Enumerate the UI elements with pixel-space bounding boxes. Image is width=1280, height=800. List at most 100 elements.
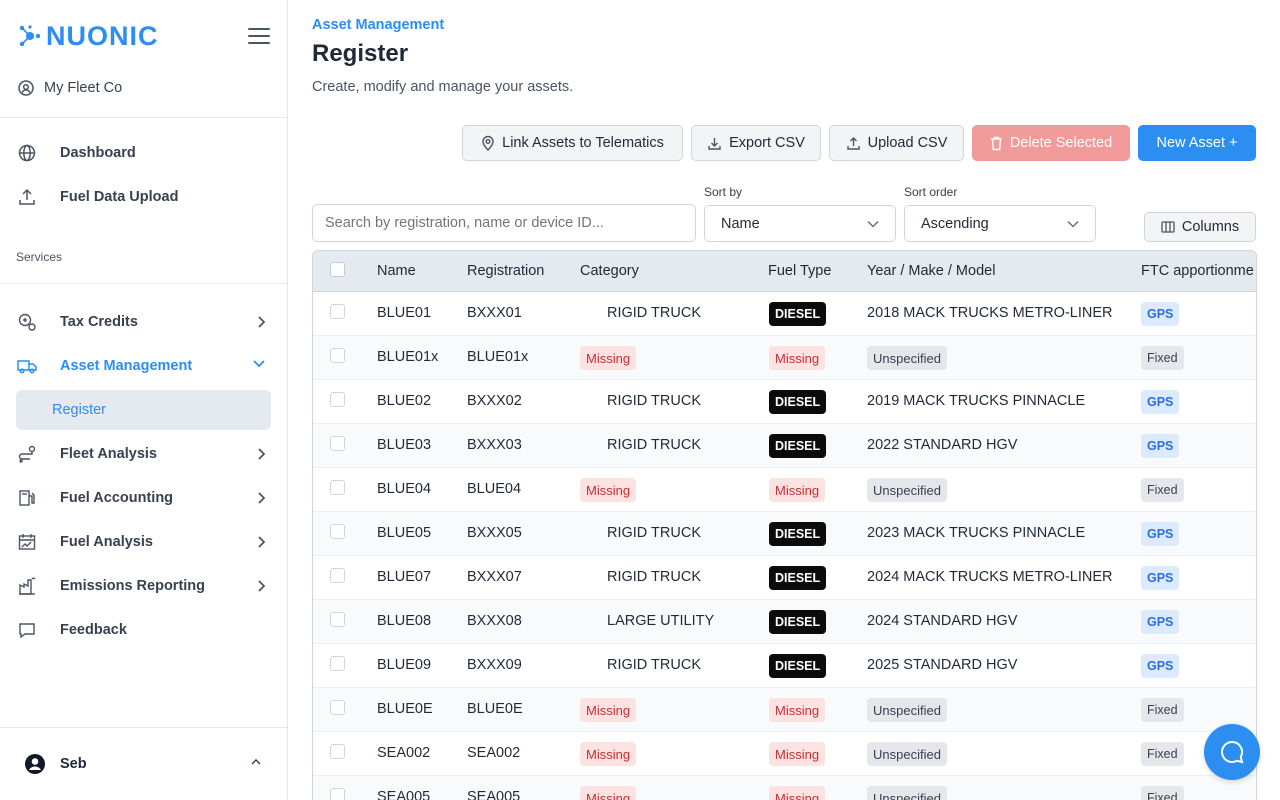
cell-category: RIGID TRUCK [607, 657, 701, 673]
table-row[interactable]: BLUE01x BLUE01x Missing Missing Unspecified F… [313, 336, 1256, 380]
table-row[interactable]: BLUE09 BXXX09 RIGID TRUCK DIESEL 2025 STANDA… [313, 644, 1256, 688]
columns-button[interactable]: Columns [1144, 212, 1256, 242]
nav-tax-credits[interactable]: Tax Credits [16, 302, 272, 342]
org-name: My Fleet Co [44, 80, 123, 96]
column-header-registration[interactable]: Registration [467, 263, 544, 279]
cell-registration: BXXX09 [467, 657, 522, 673]
ftc-gps-badge: GPS [1141, 654, 1180, 678]
chevron-down-icon [1067, 220, 1079, 228]
table-row[interactable]: BLUE03 BXXX03 RIGID TRUCK DIESEL 2022 STANDA… [313, 424, 1256, 468]
row-checkbox[interactable] [330, 480, 345, 495]
nav-asset-management[interactable]: Asset Management [16, 346, 272, 386]
chat-button[interactable] [1204, 724, 1260, 780]
column-header-fuel-type[interactable]: Fuel Type [768, 263, 831, 279]
cell-category: RIGID TRUCK [607, 305, 701, 321]
new-asset-label: New Asset + [1156, 135, 1238, 151]
sort-by-value: Name [721, 215, 760, 232]
upload-icon [16, 186, 38, 208]
column-header-name[interactable]: Name [377, 263, 416, 279]
nav-dashboard[interactable]: Dashboard [16, 133, 272, 173]
row-checkbox[interactable] [330, 700, 345, 715]
table-row[interactable]: SEA002 SEA002 Missing Missing Unspecified Fix… [313, 732, 1256, 776]
nav-register[interactable]: Register [16, 390, 271, 430]
table-row[interactable]: BLUE0E BLUE0E Missing Missing Unspecified Fix… [313, 688, 1256, 732]
fuel-missing-badge: Missing [769, 786, 826, 800]
fuel-type-badge: DIESEL [769, 434, 827, 458]
chevron-down-icon [867, 220, 879, 228]
select-all-checkbox[interactable] [330, 262, 345, 277]
cell-name: BLUE01 [377, 305, 432, 321]
row-checkbox[interactable] [330, 436, 345, 451]
column-header-category[interactable]: Category [580, 263, 639, 279]
cell-registration: BXXX08 [467, 613, 522, 629]
cell-registration: SEA005 [467, 789, 521, 800]
chevron-up-icon [251, 758, 261, 765]
fuel-type-badge: DIESEL [769, 522, 827, 546]
fuel-type-badge: DIESEL [769, 610, 827, 634]
menu-icon[interactable] [248, 28, 270, 44]
category-missing-badge: Missing [580, 742, 637, 766]
org-switcher[interactable]: My Fleet Co [16, 76, 122, 100]
table-row[interactable]: SEA005 SEA005 Missing Missing Unspecified Fix… [313, 776, 1256, 800]
delete-selected-button[interactable]: Delete Selected [972, 125, 1130, 161]
row-checkbox[interactable] [330, 744, 345, 759]
row-checkbox[interactable] [330, 392, 345, 407]
breadcrumb[interactable]: Asset Management [312, 17, 444, 33]
cell-category: RIGID TRUCK [607, 569, 701, 585]
nav-fuel-accounting-label: Fuel Accounting [60, 490, 174, 506]
chevron-right-icon [258, 492, 266, 504]
column-header-year-make-model[interactable]: Year / Make / Model [867, 263, 995, 279]
new-asset-button[interactable]: New Asset + [1138, 125, 1256, 161]
cell-registration: BXXX07 [467, 569, 522, 585]
row-checkbox[interactable] [330, 348, 345, 363]
nav-emissions-reporting[interactable]: Emissions Reporting [16, 566, 272, 606]
row-checkbox[interactable] [330, 656, 345, 671]
table-row[interactable]: BLUE01 BXXX01 RIGID TRUCK DIESEL 2018 MACK T… [313, 292, 1256, 336]
cell-year-make-model: 2019 MACK TRUCKS PINNACLE [867, 393, 1086, 409]
ftc-fixed-badge: Fixed [1141, 698, 1184, 722]
table-row[interactable]: BLUE04 BLUE04 Missing Missing Unspecified Fix… [313, 468, 1256, 512]
sort-by-select[interactable]: Name [704, 205, 896, 242]
chevron-right-icon [258, 580, 266, 592]
cell-name: BLUE0E [377, 701, 433, 717]
delete-selected-label: Delete Selected [1009, 135, 1113, 151]
nav-fleet-analysis[interactable]: Fleet Analysis [16, 434, 272, 474]
divider [0, 117, 287, 118]
nuonic-logo[interactable]: NUONIC [18, 20, 159, 52]
row-checkbox[interactable] [330, 788, 345, 800]
upload-csv-button[interactable]: Upload CSV [829, 125, 964, 161]
cell-name: SEA005 [377, 789, 431, 800]
page-subtitle: Create, modify and manage your assets. [312, 79, 574, 95]
ftc-gps-badge: GPS [1141, 522, 1180, 546]
chevron-right-icon [258, 448, 266, 460]
user-name: Seb [60, 756, 87, 772]
table-row[interactable]: BLUE02 BXXX02 RIGID TRUCK DIESEL 2019 MACK T… [313, 380, 1256, 424]
user-menu[interactable]: Seb [24, 752, 268, 776]
sort-order-select[interactable]: Ascending [904, 205, 1096, 242]
ftc-fixed-badge: Fixed [1141, 786, 1184, 800]
row-checkbox[interactable] [330, 304, 345, 319]
nav-fuel-accounting[interactable]: Fuel Accounting [16, 478, 272, 518]
nav-feedback[interactable]: Feedback [16, 610, 272, 650]
export-csv-button[interactable]: Export CSV [691, 125, 821, 161]
link-telematics-button[interactable]: Link Assets to Telematics [462, 125, 683, 161]
table-row[interactable]: BLUE05 BXXX05 RIGID TRUCK DIESEL 2023 MACK T… [313, 512, 1256, 556]
chevron-down-icon [253, 360, 265, 368]
nav-fuel-data-upload[interactable]: Fuel Data Upload [16, 177, 272, 217]
table-row[interactable]: BLUE07 BXXX07 RIGID TRUCK DIESEL 2024 MACK T… [313, 556, 1256, 600]
nav-fleet-analysis-label: Fleet Analysis [60, 446, 157, 462]
row-checkbox[interactable] [330, 568, 345, 583]
cell-registration: BXXX03 [467, 437, 522, 453]
column-header-ftc-apportionment[interactable]: FTC apportionme [1141, 263, 1254, 279]
ftc-gps-badge: GPS [1141, 302, 1180, 326]
route-icon [16, 443, 38, 465]
search-input[interactable] [312, 204, 696, 242]
table-row[interactable]: BLUE08 BXXX08 LARGE UTILITY DIESEL 2024 STAN… [313, 600, 1256, 644]
nav-fuel-analysis[interactable]: Fuel Analysis [16, 522, 272, 562]
download-icon [708, 137, 721, 150]
tax-credits-icon [16, 311, 38, 333]
row-checkbox[interactable] [330, 612, 345, 627]
services-heading: Services [16, 250, 63, 264]
chat-bubble-icon [1221, 740, 1244, 764]
row-checkbox[interactable] [330, 524, 345, 539]
